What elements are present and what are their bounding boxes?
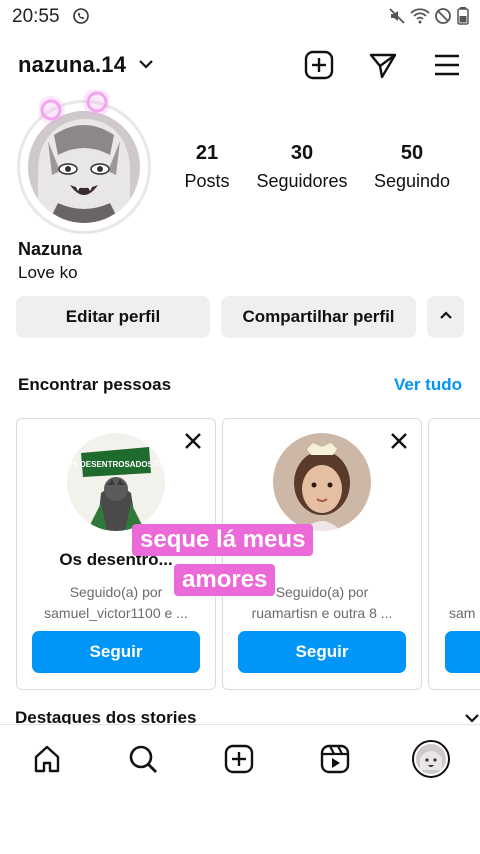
suggestion-avatar[interactable] [273, 433, 371, 531]
whatsapp-icon [72, 7, 90, 30]
search-icon[interactable] [123, 739, 163, 779]
suggestions-title: Encontrar pessoas [18, 375, 172, 394]
bottom-nav [0, 724, 480, 791]
stat-posts-label: Posts [184, 171, 230, 191]
dnd-icon [434, 7, 452, 30]
status-bar: 20:55 [0, 0, 480, 34]
overlay-caption-line1: seque lá meus [132, 524, 314, 556]
follow-button[interactable]: Seguir [32, 631, 200, 673]
profile-avatar[interactable] [411, 739, 451, 779]
suggestion-avatar[interactable]: OS DESENTROSADOS FC [67, 433, 165, 531]
stat-following[interactable]: 50 Seguindo [368, 142, 456, 192]
suggestion-avatar-text: OS DESENTROSADOS FC [67, 460, 165, 469]
close-icon[interactable] [183, 431, 203, 456]
wifi-icon [410, 7, 430, 30]
suggestion-card-partial: sam [428, 418, 480, 690]
chevron-down-icon[interactable] [138, 56, 154, 77]
bow-decoration-icon [37, 88, 111, 129]
create-icon[interactable] [219, 739, 259, 779]
stat-followers[interactable]: 30 Seguidores [252, 142, 352, 192]
profile-name: Nazuna [18, 239, 83, 259]
stat-posts[interactable]: 21 Posts [178, 142, 236, 192]
menu-icon[interactable] [430, 48, 464, 82]
share-profile-button[interactable]: Compartilhar perfil [221, 296, 416, 338]
home-icon[interactable] [27, 739, 67, 779]
add-post-icon[interactable] [302, 48, 336, 82]
edit-profile-button[interactable]: Editar perfil [16, 296, 210, 338]
close-icon[interactable] [389, 431, 409, 456]
see-all-link[interactable]: Ver tudo [394, 375, 462, 395]
mute-icon [388, 7, 406, 30]
toggle-suggestions-button[interactable] [427, 296, 464, 338]
profile-bio: Love ko [18, 263, 78, 282]
stat-following-value: 50 [400, 142, 424, 164]
stat-followers-label: Seguidores [256, 171, 348, 191]
chevron-up-icon [438, 307, 454, 328]
profile-avatar[interactable] [17, 88, 151, 234]
suggestion-mutuals: sam [449, 605, 476, 621]
stat-followers-value: 30 [290, 142, 314, 164]
battery-icon [457, 7, 469, 30]
overlay-caption-line2: amores [174, 564, 276, 596]
profile-header: nazuna.14 [0, 40, 480, 88]
follow-button[interactable] [445, 631, 480, 673]
stat-posts-value: 21 [195, 142, 219, 164]
username[interactable]: nazuna.14 [18, 52, 126, 78]
stat-following-label: Seguindo [373, 171, 451, 191]
follow-button[interactable]: Seguir [238, 631, 406, 673]
status-time: 20:55 [12, 6, 60, 27]
suggestion-mutuals-line2: samuel_victor1100 e ... [44, 605, 188, 621]
send-icon[interactable] [366, 48, 400, 82]
reels-icon[interactable] [315, 739, 355, 779]
suggestion-mutuals-line2: ruamartisn e outra 8 ... [251, 605, 393, 621]
